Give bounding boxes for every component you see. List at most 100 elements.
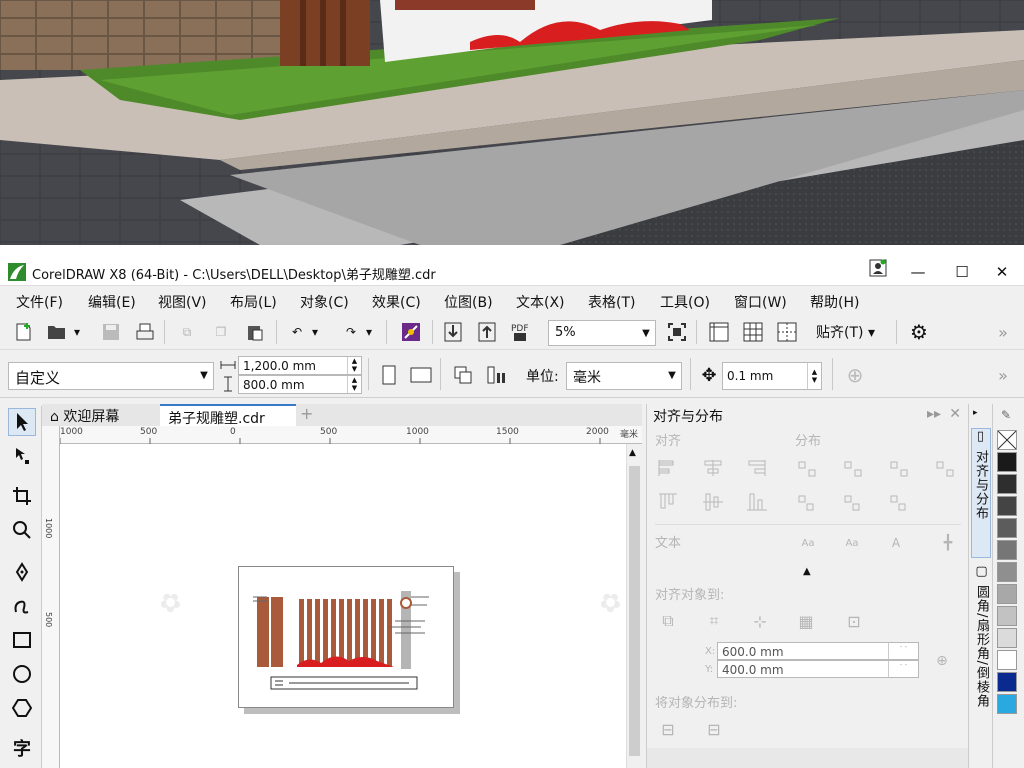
propbar-overflow-icon[interactable]: » xyxy=(990,362,1016,388)
menu-file[interactable]: 文件(F) xyxy=(16,292,63,312)
menu-window[interactable]: 窗口(W) xyxy=(734,292,787,312)
page-width-field[interactable]: 1,200.0 mm ▲ ▼ xyxy=(238,356,362,375)
palette-swatch[interactable] xyxy=(997,672,1017,692)
undo-icon[interactable]: ↶ xyxy=(284,319,310,345)
open-folder-icon[interactable] xyxy=(44,319,70,345)
width-stepper[interactable]: ▲ ▼ xyxy=(347,357,361,374)
publish-pdf-icon[interactable]: PDF xyxy=(508,319,534,345)
export-icon[interactable] xyxy=(474,319,500,345)
landscape-icon[interactable] xyxy=(408,362,434,388)
freehand-tool-icon[interactable] xyxy=(8,558,36,586)
text-last-baseline-icon[interactable]: Aa xyxy=(841,532,863,554)
show-grid-icon[interactable] xyxy=(740,319,766,345)
ellipse-tool-icon[interactable] xyxy=(8,660,36,688)
tab-welcome-screen[interactable]: ⌂ 欢迎屏幕 xyxy=(42,404,160,426)
eyedropper-icon[interactable]: ✎ xyxy=(1001,408,1011,422)
collapse-docker-icon[interactable]: ▸▸ xyxy=(927,406,941,422)
grid-icon[interactable]: ▦ xyxy=(795,610,817,632)
pick-tool-icon[interactable] xyxy=(8,408,36,436)
current-page-icon[interactable] xyxy=(484,362,510,388)
page-preset-select[interactable]: 自定义 ▼ xyxy=(8,362,214,390)
shape-tool-icon[interactable] xyxy=(8,442,36,470)
minimize-button[interactable]: — xyxy=(898,258,938,286)
all-pages-icon[interactable] xyxy=(450,362,476,388)
y-coordinate-field[interactable]: 400.0 mm ‐ ‐ xyxy=(717,660,919,678)
import-icon[interactable] xyxy=(440,319,466,345)
scrollbar-thumb[interactable] xyxy=(629,466,640,756)
specified-point-icon[interactable]: ⊡ xyxy=(843,610,865,632)
x-stepper[interactable]: ‐ ‐ xyxy=(888,643,918,659)
show-rulers-icon[interactable] xyxy=(706,319,732,345)
height-stepper[interactable]: ▲ ▼ xyxy=(347,376,361,393)
palette-swatch[interactable] xyxy=(997,474,1017,494)
add-preset-icon[interactable]: ⊕ xyxy=(842,362,868,388)
menu-help[interactable]: 帮助(H) xyxy=(810,292,859,312)
paste-icon[interactable] xyxy=(242,319,268,345)
snap-to-button[interactable]: 贴齐(T) ▾ xyxy=(816,322,875,342)
menu-edit[interactable]: 编辑(E) xyxy=(88,292,136,312)
expand-section-icon[interactable]: ▲ xyxy=(803,566,811,577)
full-screen-preview-icon[interactable] xyxy=(664,319,690,345)
palette-swatch[interactable] xyxy=(997,694,1017,714)
copy-icon[interactable]: ❐ xyxy=(208,319,234,345)
units-select[interactable]: 毫米 ▼ xyxy=(566,362,682,390)
menu-layout[interactable]: 布局(L) xyxy=(230,292,277,312)
tab-document[interactable]: 弟子规雕塑.cdr xyxy=(160,404,296,427)
nudge-distance-field[interactable]: 0.1 mm ▲ ▼ xyxy=(722,362,822,390)
search-content-icon[interactable] xyxy=(398,319,424,345)
vertical-scrollbar[interactable]: ▲ xyxy=(626,444,642,768)
text-outline-icon[interactable]: ╋ xyxy=(937,532,959,554)
page-edge-icon[interactable]: ⌗ xyxy=(703,610,725,632)
new-document-icon[interactable] xyxy=(10,319,36,345)
save-icon[interactable] xyxy=(98,319,124,345)
distribute-page-icon[interactable]: ⊟ xyxy=(703,718,725,740)
print-icon[interactable] xyxy=(132,319,158,345)
maximize-button[interactable]: ☐ xyxy=(942,258,982,286)
close-docker-icon[interactable]: ✕ xyxy=(949,406,961,422)
no-color-swatch[interactable] xyxy=(997,430,1017,450)
close-button[interactable]: ✕ xyxy=(982,258,1022,286)
palette-swatch[interactable] xyxy=(997,496,1017,516)
menu-bitmap[interactable]: 位图(B) xyxy=(444,292,493,312)
options-gear-icon[interactable]: ⚙ xyxy=(906,319,932,345)
palette-swatch[interactable] xyxy=(997,540,1017,560)
undo-dropdown-icon[interactable]: ▾ xyxy=(308,319,322,345)
menu-view[interactable]: 视图(V) xyxy=(158,292,207,312)
text-first-baseline-icon[interactable]: Aa xyxy=(797,532,819,554)
toolbar-overflow-icon[interactable]: » xyxy=(990,319,1016,345)
user-account-icon[interactable] xyxy=(858,258,898,286)
palette-swatch[interactable] xyxy=(997,584,1017,604)
sculpture-artwork[interactable] xyxy=(239,567,455,709)
menu-table[interactable]: 表格(T) xyxy=(588,292,635,312)
open-dropdown-icon[interactable]: ▾ xyxy=(70,319,84,345)
polygon-tool-icon[interactable] xyxy=(8,694,36,722)
vertical-ruler[interactable]: 1000 500 xyxy=(42,426,60,768)
scroll-tabs-icon[interactable]: ▸ xyxy=(973,408,978,418)
palette-swatch[interactable] xyxy=(997,606,1017,626)
text-tool-icon[interactable]: 字 xyxy=(8,734,36,762)
nudge-stepper[interactable]: ▲ ▼ xyxy=(807,363,821,389)
palette-swatch[interactable] xyxy=(997,518,1017,538)
active-objects-icon[interactable]: ⧉ xyxy=(657,610,679,632)
side-tab-fillet[interactable]: ▢ 圆角/扇形角/倒棱角 xyxy=(971,564,991,762)
artistic-media-tool-icon[interactable] xyxy=(8,592,36,620)
menu-text[interactable]: 文本(X) xyxy=(516,292,565,312)
page-center-icon[interactable]: ⊹ xyxy=(749,610,771,632)
side-tab-align[interactable]: ▯ 对齐与分布 xyxy=(971,428,991,558)
crop-tool-icon[interactable] xyxy=(8,482,36,510)
menu-object[interactable]: 对象(C) xyxy=(300,292,349,312)
palette-swatch[interactable] xyxy=(997,628,1017,648)
palette-swatch[interactable] xyxy=(997,562,1017,582)
palette-swatch[interactable] xyxy=(997,452,1017,472)
palette-swatch[interactable] xyxy=(997,650,1017,670)
x-coordinate-field[interactable]: 600.0 mm ‐ ‐ xyxy=(717,642,919,660)
redo-dropdown-icon[interactable]: ▾ xyxy=(362,319,376,345)
cut-icon[interactable]: ⧉ xyxy=(174,319,200,345)
menu-effects[interactable]: 效果(C) xyxy=(372,292,421,312)
y-stepper[interactable]: ‐ ‐ xyxy=(888,661,918,677)
rectangle-tool-icon[interactable] xyxy=(8,626,36,654)
drawing-canvas[interactable] xyxy=(60,444,626,768)
distribute-selection-icon[interactable]: ⊟ xyxy=(657,718,679,740)
zoom-level-select[interactable]: 5% ▼ xyxy=(548,320,656,346)
redo-icon[interactable]: ↷ xyxy=(338,319,364,345)
